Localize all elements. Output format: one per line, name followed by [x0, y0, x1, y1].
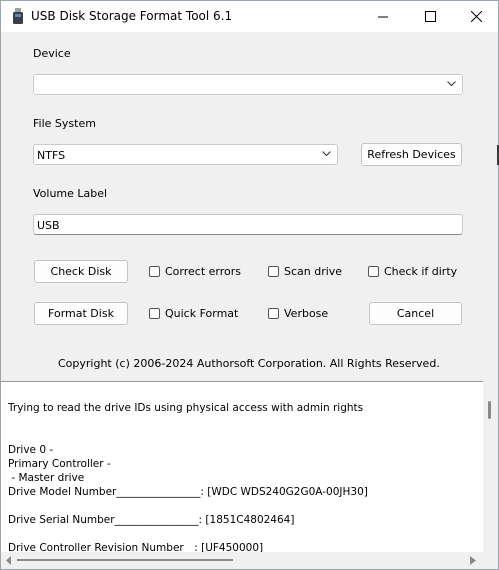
checkbox-box [368, 266, 379, 277]
device-label: Device [33, 47, 71, 60]
copyright-text: Copyright (c) 2006-2024 Authorsoft Corpo… [58, 357, 440, 370]
scrollbar-thumb[interactable] [17, 559, 233, 561]
check-if-dirty-label: Check if dirty [384, 265, 458, 278]
log-line: Trying to read the drive IDs using physi… [8, 402, 364, 414]
log-line: Drive 0 - [8, 444, 54, 456]
checkbox-box [268, 266, 279, 277]
correct-errors-label: Correct errors [165, 265, 242, 278]
usb-drive-icon [13, 8, 23, 24]
file-system-value: NTFS [37, 149, 66, 162]
format-disk-button[interactable]: Format Disk [34, 302, 128, 325]
horizontal-scrollbar[interactable] [1, 552, 498, 569]
chevron-down-icon [447, 81, 456, 87]
maximize-button[interactable] [407, 1, 453, 32]
refresh-devices-button[interactable]: Refresh Devices [361, 143, 462, 166]
close-icon [470, 11, 482, 22]
maximize-icon [424, 11, 436, 22]
log-line: Drive Model Number________________: [WDC… [8, 486, 368, 498]
log-output[interactable]: Trying to read the drive IDs using physi… [1, 381, 483, 553]
checkbox-box [149, 266, 160, 277]
cancel-button[interactable]: Cancel [369, 302, 462, 325]
log-line: Primary Controller - [8, 458, 111, 470]
log-line: - Master drive [8, 472, 85, 484]
checkbox-box [149, 308, 160, 319]
quick-format-label: Quick Format [165, 307, 239, 320]
app-window: USB Disk Storage Format Tool 6.1 Device … [0, 0, 499, 570]
file-system-dropdown[interactable]: NTFS [33, 144, 338, 165]
chevron-down-icon [322, 151, 331, 157]
window-title: USB Disk Storage Format Tool 6.1 [31, 9, 233, 23]
scroll-left-icon[interactable] [6, 556, 12, 565]
verbose-checkbox[interactable]: Verbose [268, 307, 328, 320]
title-bar[interactable]: USB Disk Storage Format Tool 6.1 [1, 1, 498, 32]
volume-label-label: Volume Label [33, 187, 108, 200]
minimize-button[interactable] [360, 1, 406, 32]
minimize-icon [377, 16, 388, 18]
quick-format-checkbox[interactable]: Quick Format [149, 307, 238, 320]
volume-label-input[interactable]: USB [33, 214, 463, 235]
scrollbar-thumb[interactable] [488, 401, 491, 419]
file-system-label: File System [33, 117, 96, 130]
scroll-right-icon[interactable] [470, 556, 476, 565]
close-button[interactable] [453, 1, 498, 32]
log-line: Drive Serial Number________________: [18… [8, 514, 295, 526]
check-if-dirty-checkbox[interactable]: Check if dirty [368, 265, 457, 278]
vertical-scrollbar[interactable] [483, 381, 498, 552]
checkbox-box [268, 308, 279, 319]
check-disk-button[interactable]: Check Disk [34, 260, 128, 283]
volume-label-value: USB [37, 219, 60, 232]
scan-drive-label: Scan drive [284, 265, 343, 278]
device-dropdown[interactable] [33, 74, 463, 95]
verbose-label: Verbose [284, 307, 329, 320]
correct-errors-checkbox[interactable]: Correct errors [149, 265, 241, 278]
scan-drive-checkbox[interactable]: Scan drive [268, 265, 342, 278]
